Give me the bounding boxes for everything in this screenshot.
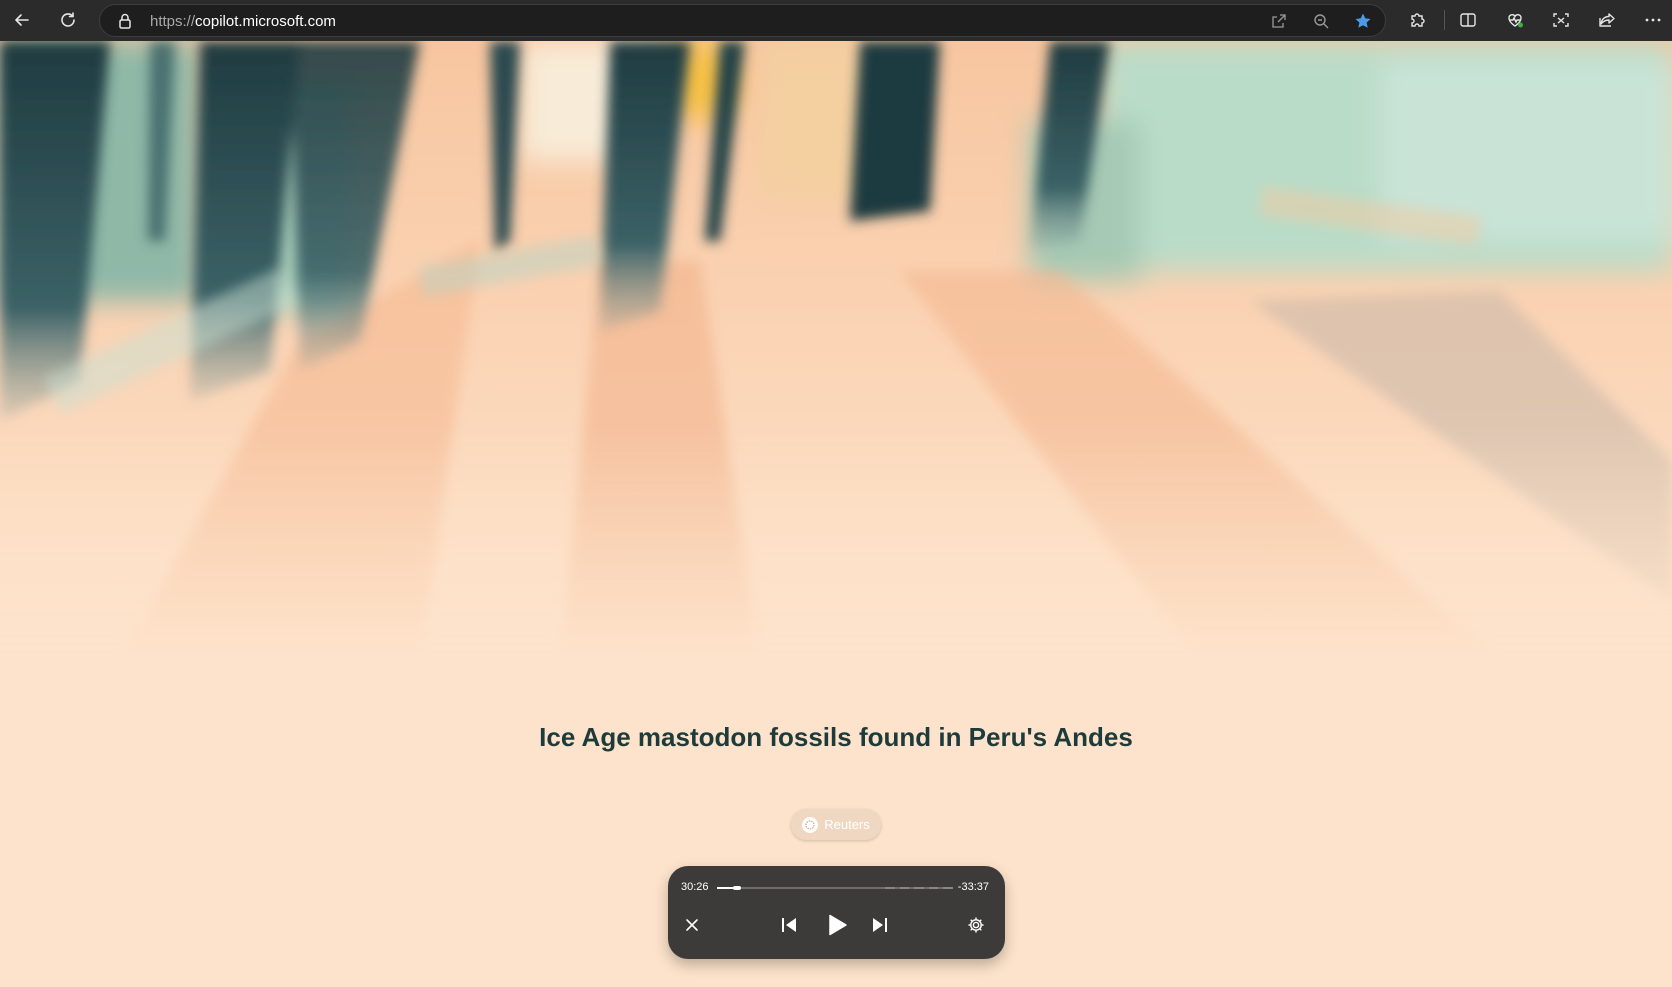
- refresh-icon[interactable]: [51, 4, 85, 36]
- share-icon[interactable]: [1590, 4, 1624, 36]
- audio-player: 30:26 -33:37: [668, 866, 1005, 959]
- story-headline: Ice Age mastodon fossils found in Peru's…: [539, 722, 1133, 752]
- source-label: Reuters: [824, 817, 870, 832]
- source-chip[interactable]: Reuters: [791, 809, 881, 840]
- close-icon[interactable]: [681, 914, 703, 936]
- star-icon[interactable]: [1351, 10, 1375, 32]
- previous-icon[interactable]: [778, 914, 800, 936]
- next-icon[interactable]: [869, 914, 891, 936]
- puzzle-icon[interactable]: [1400, 4, 1434, 36]
- progress-fill: [717, 887, 733, 889]
- buffer-segments: [885, 887, 953, 889]
- progress-handle[interactable]: [732, 886, 741, 890]
- more-icon[interactable]: [1636, 4, 1670, 36]
- play-icon[interactable]: [823, 911, 851, 939]
- url-text[interactable]: https://copilot.microsoft.com: [150, 13, 336, 30]
- url-host: copilot.microsoft.com: [195, 13, 336, 30]
- reuters-logo-icon: [802, 816, 819, 833]
- story-hero-image: [0, 41, 1672, 661]
- settings-icon[interactable]: [965, 914, 987, 936]
- elapsed-time: 30:26: [681, 881, 709, 893]
- remaining-time: -33:37: [957, 881, 989, 893]
- url-protocol: https://: [150, 13, 196, 30]
- browser-essentials-icon[interactable]: [1498, 4, 1532, 36]
- back-arrow-icon[interactable]: [5, 4, 39, 36]
- split-screen-icon[interactable]: [1451, 4, 1485, 36]
- screenshot-icon[interactable]: [1544, 4, 1578, 36]
- zoom-out-icon[interactable]: [1309, 10, 1333, 32]
- lock-icon[interactable]: [116, 12, 134, 30]
- browser-toolbar: https://copilot.microsoft.com: [0, 0, 1672, 41]
- address-bar[interactable]: https://copilot.microsoft.com: [99, 4, 1386, 37]
- open-in-app-icon[interactable]: [1267, 10, 1291, 32]
